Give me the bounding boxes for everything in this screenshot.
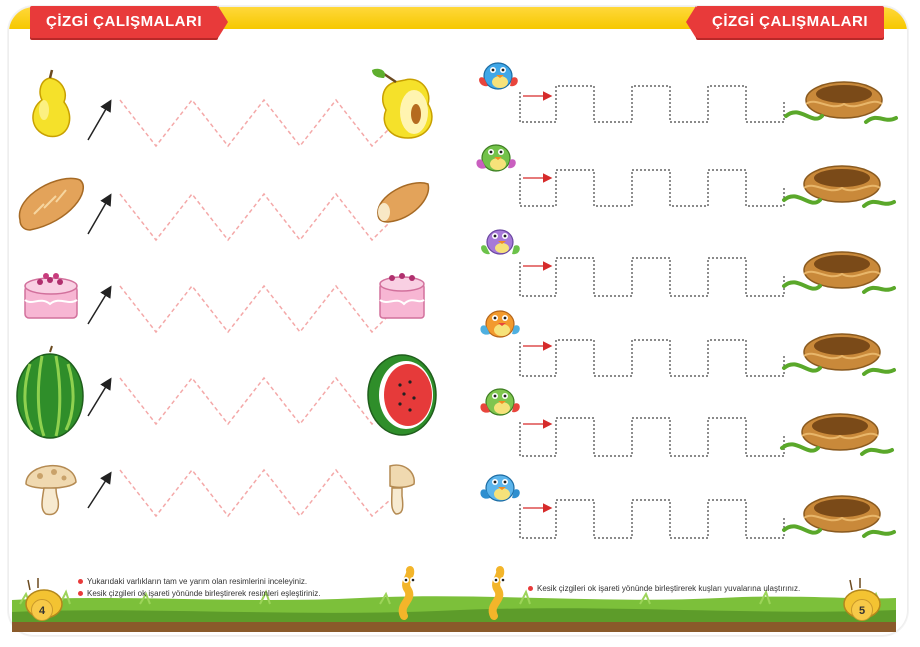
nest-icon xyxy=(784,81,898,124)
bullet-icon xyxy=(78,591,83,597)
nest-icon xyxy=(782,251,896,294)
workbook-spread: ÇİZGİ ÇALIŞMALARI ÇİZGİ ÇALIŞMALARI Yuka… xyxy=(0,0,920,647)
left-row-4 xyxy=(16,345,437,439)
direction-arrow xyxy=(87,285,112,325)
right-row-5 xyxy=(480,388,894,457)
square-wave-trace-line[interactable] xyxy=(519,85,785,123)
direction-arrow xyxy=(87,377,112,417)
nest-icon xyxy=(780,413,894,456)
half-cake-icon xyxy=(379,273,425,319)
zigzag-trace-line[interactable] xyxy=(119,376,391,426)
left-instructions: Yukarıdaki varlıkların tam ve yarım olan… xyxy=(78,576,378,600)
right-row-1 xyxy=(479,62,898,124)
zigzag-trace-line[interactable] xyxy=(119,192,391,242)
nest-icon xyxy=(782,495,896,538)
worksheet-drawing xyxy=(12,62,898,632)
right-row-4 xyxy=(480,310,896,377)
orange-bird-icon xyxy=(480,310,520,338)
nest-icon xyxy=(782,333,896,376)
half-watermelon-icon xyxy=(367,354,437,436)
direction-arrow xyxy=(87,193,112,235)
square-wave-trace-line[interactable] xyxy=(519,417,785,457)
square-wave-trace-line[interactable] xyxy=(519,169,785,207)
instruction-item: Kesik çizgileri ok işareti yönünde birle… xyxy=(78,588,378,600)
cake-icon xyxy=(24,273,78,319)
square-wave-trace-line[interactable] xyxy=(519,257,785,297)
direction-arrow xyxy=(87,471,112,509)
half-pear-icon xyxy=(372,68,433,139)
page-number-left: 4 xyxy=(31,599,53,621)
zigzag-trace-line[interactable] xyxy=(119,98,391,148)
bullet-icon xyxy=(528,586,533,592)
half-mushroom-icon xyxy=(389,464,415,515)
page-number-right: 5 xyxy=(851,599,873,621)
right-row-3 xyxy=(481,229,896,297)
instruction-item: Yukarıdaki varlıkların tam ve yarım olan… xyxy=(78,576,378,588)
green-bird-icon xyxy=(476,144,516,172)
watermelon-icon xyxy=(16,345,84,439)
green-bird-icon xyxy=(480,388,520,416)
right-instruction: Kesik çizgileri ok işareti yönünde birle… xyxy=(528,583,858,595)
left-row-1 xyxy=(32,68,433,148)
left-row-5 xyxy=(25,464,415,518)
zigzag-trace-line[interactable] xyxy=(119,284,391,334)
half-bread-icon xyxy=(377,182,430,223)
square-wave-trace-line[interactable] xyxy=(519,339,785,377)
direction-arrow xyxy=(87,99,112,141)
blue-bird-icon xyxy=(480,474,520,502)
bullet-icon xyxy=(78,579,83,585)
right-row-6 xyxy=(480,474,896,539)
square-wave-trace-line[interactable] xyxy=(519,499,785,539)
blue-bird-icon xyxy=(479,62,518,90)
pear-icon xyxy=(32,69,71,138)
nest-icon xyxy=(782,165,896,208)
left-row-3 xyxy=(24,273,425,334)
mushroom-icon xyxy=(25,465,77,516)
zigzag-trace-line[interactable] xyxy=(119,468,391,518)
left-row-2 xyxy=(18,177,430,242)
right-row-2 xyxy=(476,144,896,208)
purple-bird-icon xyxy=(481,229,520,255)
bread-icon xyxy=(18,177,84,231)
